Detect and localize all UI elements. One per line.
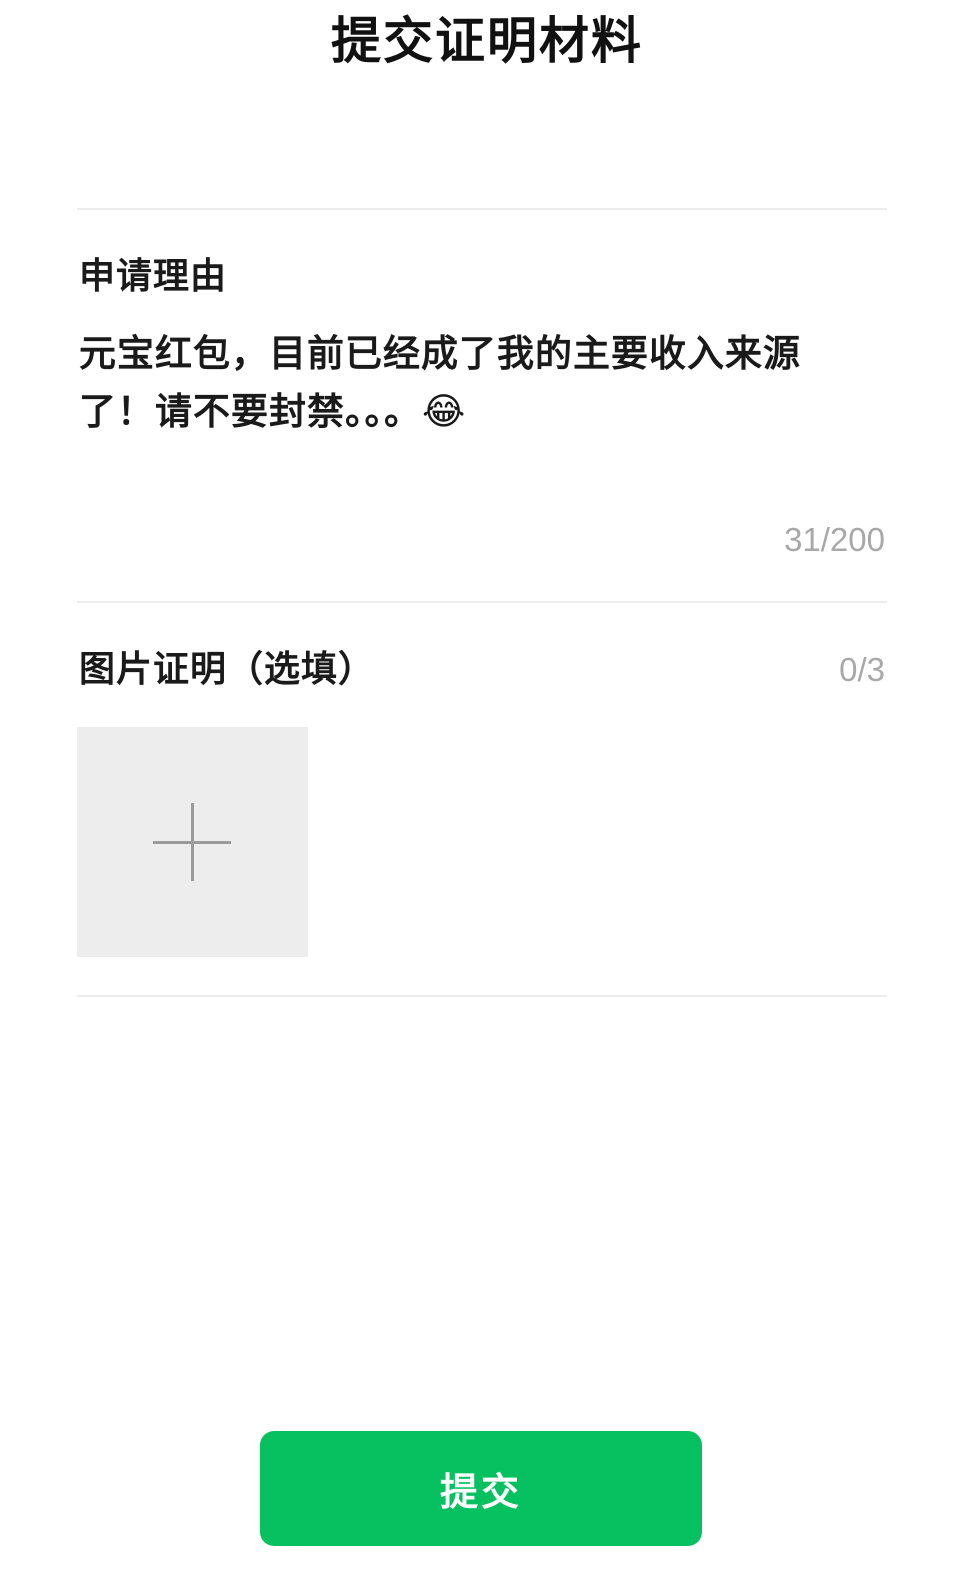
plus-icon bbox=[153, 803, 231, 881]
add-photo-button[interactable] bbox=[77, 727, 308, 957]
page-title: 提交证明材料 bbox=[331, 12, 643, 70]
divider-top bbox=[77, 208, 887, 210]
photo-proof-label: 图片证明（选填） bbox=[79, 649, 376, 690]
divider-middle bbox=[77, 601, 887, 603]
divider-bottom bbox=[77, 995, 887, 997]
reason-textarea[interactable]: 元宝红包，目前已经成了我的主要收入来源了！请不要封禁。。。😂 bbox=[79, 325, 869, 441]
reason-label: 申请理由 bbox=[79, 256, 228, 297]
submit-button[interactable]: 提交 bbox=[260, 1431, 702, 1546]
reason-char-counter: 31/200 bbox=[784, 521, 885, 558]
photo-counter: 0/3 bbox=[839, 651, 885, 688]
